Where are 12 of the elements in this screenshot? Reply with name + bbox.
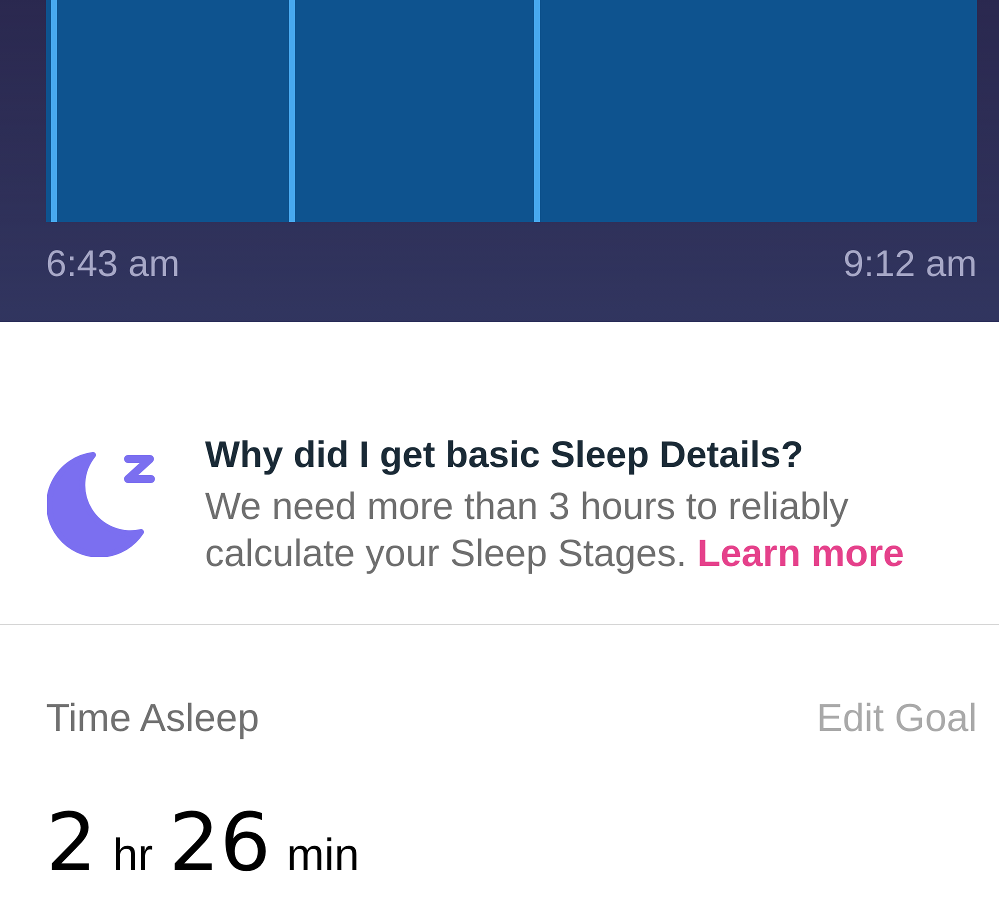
minutes-value: 26 — [168, 803, 271, 883]
info-text: We need more than 3 hours to reliably calculate your Sleep Stages. Learn more — [205, 485, 906, 577]
edit-goal-button[interactable]: Edit Goal — [816, 696, 977, 742]
moon-icon — [47, 451, 155, 557]
minutes-unit: min — [286, 830, 360, 880]
end-time: 9:12 am — [843, 242, 977, 286]
learn-more-link[interactable]: Learn more — [697, 533, 904, 575]
start-time: 6:43 am — [46, 242, 180, 286]
hours-unit: hr — [112, 830, 153, 880]
hours-value: 2 — [46, 803, 97, 883]
info-title: Why did I get basic Sleep Details? — [205, 433, 804, 477]
section-title: Time Asleep — [46, 696, 260, 742]
